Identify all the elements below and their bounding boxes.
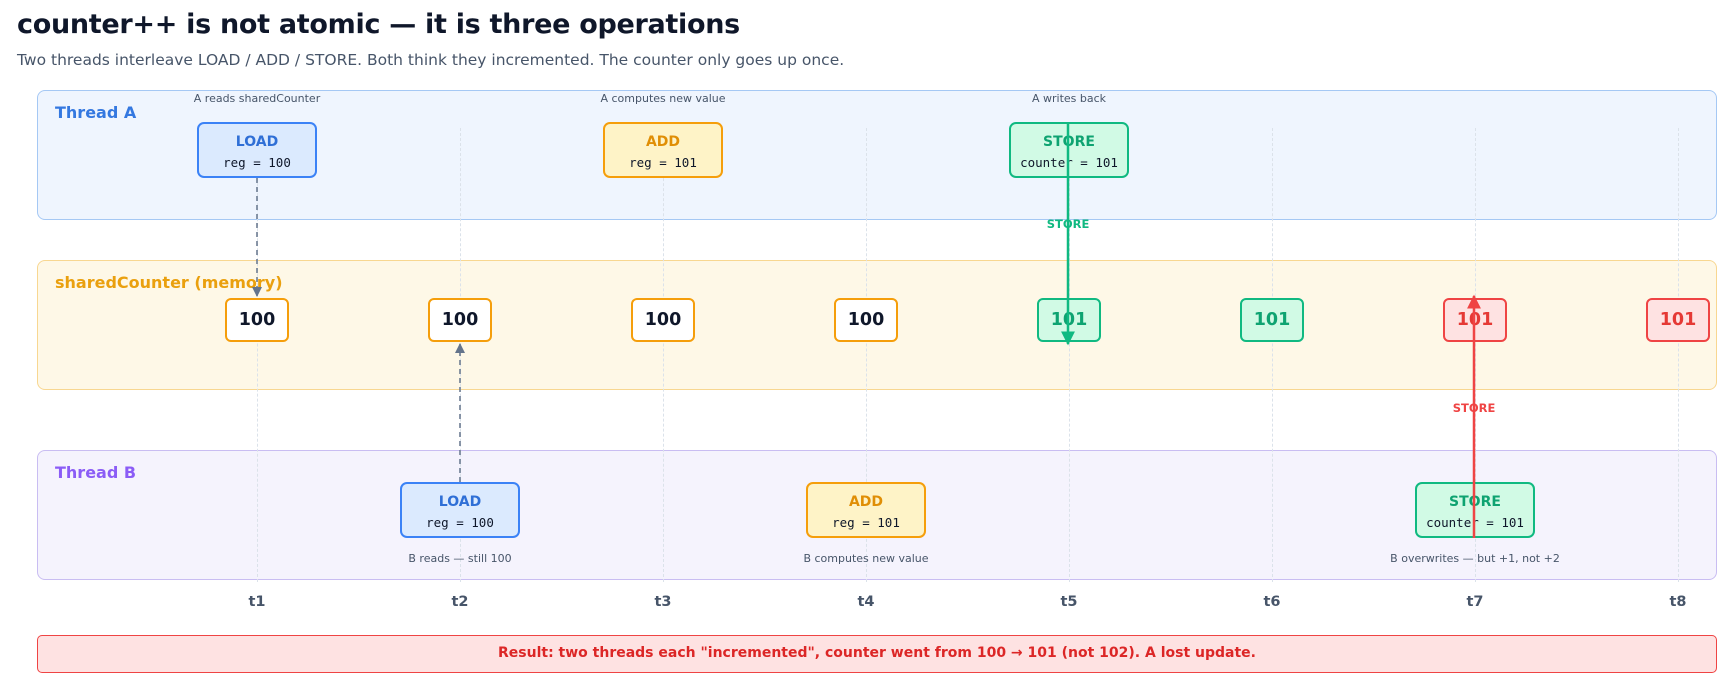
thread-a-store-arrow-label: STORE (1046, 217, 1090, 231)
result-banner: Result: two threads each "incremented", … (37, 635, 1717, 673)
thread-b-store-arrow-label: STORE (1452, 401, 1496, 415)
arrow-layer (252, 122, 1481, 538)
